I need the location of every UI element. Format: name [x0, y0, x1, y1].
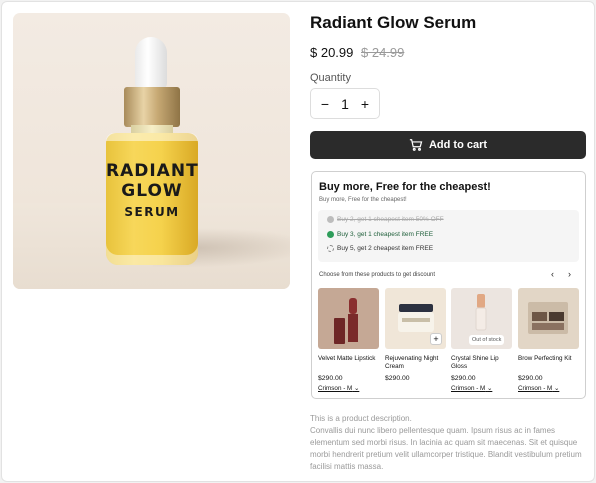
product-price: $290.00	[451, 375, 476, 382]
product-name: Velvet Matte Lipstick	[318, 355, 376, 362]
carousel-next-button[interactable]: ›	[568, 269, 571, 279]
offer-subheading: Buy more, Free for the cheapest!	[319, 197, 407, 203]
product-thumbnail[interactable]: Out of stock	[451, 288, 512, 349]
product-name: Rejuvenating Night Cream	[385, 355, 439, 370]
product-name: Brow Perfecting Kit	[518, 355, 572, 362]
add-product-button[interactable]: +	[430, 333, 442, 345]
variant-select[interactable]: Crimson - M ⌄	[318, 385, 379, 392]
pending-circle-icon	[327, 245, 334, 252]
offer-tier-pending: Buy 5, get 2 cheapest item FREE	[327, 245, 433, 252]
variant-select[interactable]: Crimson - M ⌄	[451, 385, 512, 392]
out-of-stock-badge: Out of stock	[469, 335, 505, 345]
serum-bottle: RADIANT GLOW SERUM	[106, 133, 198, 265]
product-name: Crystal Shine Lip Gloss	[451, 355, 499, 370]
product-page: RADIANT GLOW SERUM Radiant Glow Serum $ …	[1, 1, 595, 482]
product-image[interactable]: RADIANT GLOW SERUM	[13, 13, 290, 289]
offer-product-card[interactable]: Brow Perfecting Kit $290.00 Crimson - M …	[518, 288, 579, 392]
offer-product-card[interactable]: Velvet Matte Lipstick $290.00 Crimson - …	[318, 288, 379, 392]
offer-product-card[interactable]: Out of stock Crystal Shine Lip Gloss $29…	[451, 288, 512, 392]
compare-price: $ 24.99	[361, 45, 405, 60]
quantity-value[interactable]: 1	[338, 96, 352, 112]
product-price: $290.00	[318, 375, 343, 382]
bottle-label-line: SERUM	[124, 205, 180, 219]
decrease-button[interactable]: −	[318, 96, 332, 112]
product-price: $290.00	[518, 375, 543, 382]
offer-tier-expired: Buy 2, get 1 cheapest item 50% OFF	[327, 216, 444, 223]
offer-product-card[interactable]: + Rejuvenating Night Cream $290.00	[385, 288, 446, 382]
bottle-label-line: RADIANT	[106, 161, 199, 181]
product-thumbnail[interactable]	[318, 288, 379, 349]
add-to-cart-button[interactable]: Add to cart	[310, 131, 586, 159]
quantity-label: Quantity	[310, 72, 351, 84]
offer-tier-active: Buy 3, get 1 cheapest item FREE	[327, 231, 433, 238]
check-circle-icon	[327, 231, 334, 238]
offer-heading: Buy more, Free for the cheapest!	[319, 181, 491, 193]
variant-select[interactable]: Crimson - M ⌄	[518, 385, 579, 392]
product-title: Radiant Glow Serum	[310, 13, 477, 32]
offer-tiers: Buy 2, get 1 cheapest item 50% OFF Buy 3…	[318, 210, 579, 262]
dropper-cap	[124, 87, 180, 127]
chevron-down-icon: ⌄	[354, 385, 360, 392]
dropper-bulb	[135, 37, 167, 89]
bundle-offer-panel: Buy more, Free for the cheapest! Buy mor…	[311, 171, 586, 399]
add-to-cart-label: Add to cart	[428, 139, 488, 151]
chevron-down-icon: ⌄	[487, 385, 493, 392]
product-thumbnail[interactable]	[518, 288, 579, 349]
product-price: $290.00	[385, 375, 410, 382]
quantity-stepper: − 1 +	[310, 88, 380, 119]
price-row: $ 20.99 $ 24.99	[310, 45, 404, 60]
product-description: This is a product description. Convallis…	[310, 414, 582, 471]
increase-button[interactable]: +	[358, 96, 372, 112]
product-thumbnail[interactable]: +	[385, 288, 446, 349]
current-price: $ 20.99	[310, 45, 354, 60]
cart-icon	[409, 139, 423, 151]
choose-products-label: Choose from these products to get discou…	[319, 272, 436, 278]
carousel-prev-button[interactable]: ‹	[551, 269, 554, 279]
bottle-label-line: GLOW	[121, 181, 183, 201]
chevron-down-icon: ⌄	[554, 385, 560, 392]
check-circle-icon	[327, 216, 334, 223]
